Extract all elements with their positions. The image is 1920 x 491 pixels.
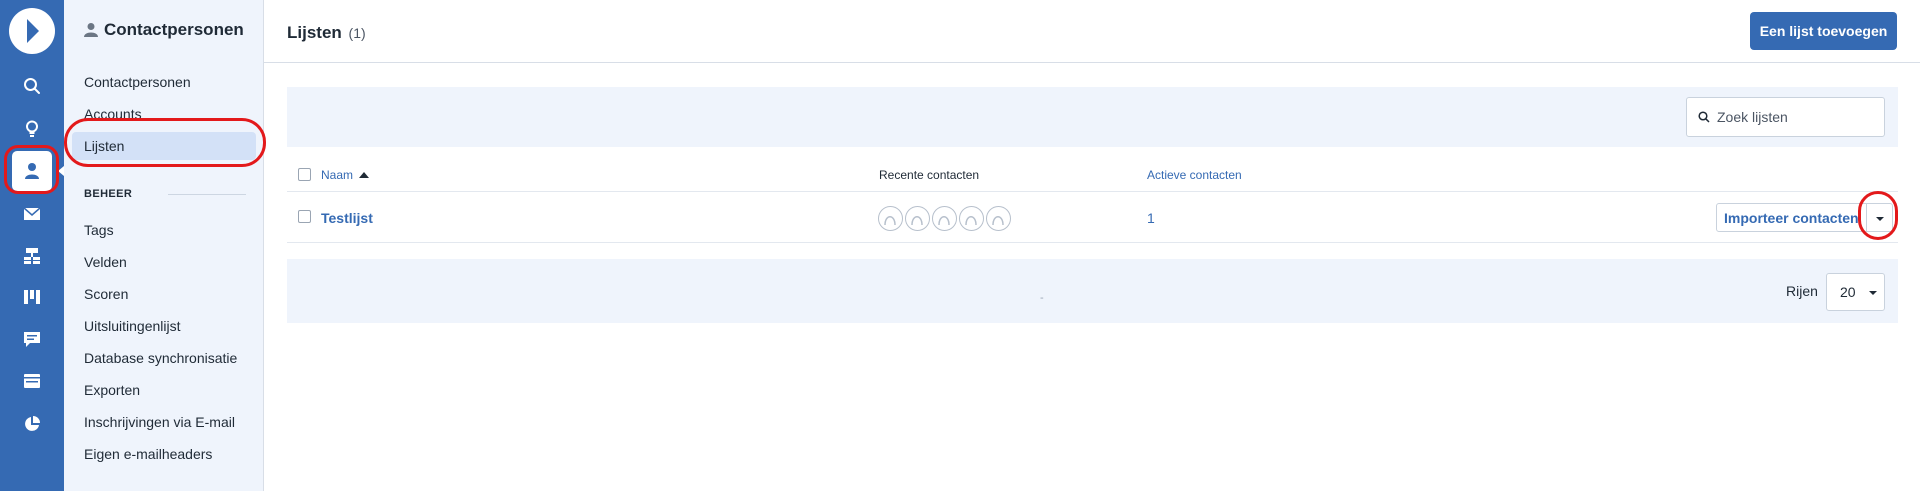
sidebar-item-velden[interactable]: Velden bbox=[84, 254, 127, 270]
table-row bbox=[287, 193, 1898, 243]
avatar bbox=[986, 206, 1011, 231]
chat-icon[interactable] bbox=[0, 321, 64, 357]
avatar bbox=[905, 206, 930, 231]
chevron-down-icon bbox=[1869, 291, 1877, 295]
app-logo[interactable] bbox=[9, 8, 55, 54]
contacts-icon bbox=[84, 23, 98, 37]
search-icon[interactable] bbox=[0, 68, 64, 104]
sidebar-section-divider bbox=[168, 194, 246, 195]
sidebar-item-database-sync[interactable]: Database synchronisatie bbox=[84, 350, 237, 366]
select-all-checkbox[interactable] bbox=[298, 168, 311, 181]
sidebar-title: Contactpersonen bbox=[104, 20, 244, 39]
row-checkbox[interactable] bbox=[298, 210, 311, 223]
sidebar-item-exporten[interactable]: Exporten bbox=[84, 382, 140, 398]
page-title-text: Lijsten bbox=[287, 23, 342, 42]
column-header-active[interactable]: Actieve contacten bbox=[1147, 168, 1242, 182]
column-header-recent: Recente contacten bbox=[879, 168, 980, 182]
automation-icon[interactable] bbox=[0, 238, 64, 274]
reports-icon[interactable] bbox=[0, 406, 64, 442]
sort-ascending-icon[interactable] bbox=[359, 172, 369, 178]
contacts-icon[interactable] bbox=[0, 153, 64, 189]
pipeline-icon[interactable] bbox=[0, 279, 64, 315]
secondary-sidebar: Contactpersonen Contactpersonen Accounts… bbox=[64, 0, 264, 491]
page-header: Lijsten (1) Een lijst toevoegen bbox=[264, 0, 1920, 63]
sidebar-item-uitsluitingenlijst[interactable]: Uitsluitingenlijst bbox=[84, 318, 180, 334]
list-name-link[interactable]: Testlijst bbox=[321, 210, 373, 226]
sidebar-item-lijsten[interactable]: Lijsten bbox=[84, 138, 124, 154]
app-root: Contactpersonen Contactpersonen Accounts… bbox=[0, 0, 1920, 491]
table-header bbox=[287, 158, 1898, 192]
rows-per-page-select[interactable]: 20 bbox=[1826, 273, 1885, 311]
row-actions-dropdown-button[interactable] bbox=[1866, 203, 1893, 232]
website-icon[interactable] bbox=[0, 363, 64, 399]
pagination-range: - bbox=[1040, 292, 1044, 304]
row-actions: Importeer contacten bbox=[1716, 203, 1893, 232]
add-list-button[interactable]: Een lijst toevoegen bbox=[1750, 12, 1897, 50]
page-title: Lijsten (1) bbox=[287, 23, 366, 43]
sidebar-item-contactpersonen[interactable]: Contactpersonen bbox=[84, 74, 191, 90]
search-input[interactable] bbox=[1717, 98, 1877, 136]
lightbulb-icon[interactable] bbox=[0, 111, 64, 147]
list-toolbar bbox=[287, 87, 1898, 147]
active-contacts-count[interactable]: 1 bbox=[1147, 210, 1155, 226]
rows-per-page-label: Rijen bbox=[1786, 283, 1818, 299]
sidebar-item-tags[interactable]: Tags bbox=[84, 222, 114, 238]
avatar bbox=[959, 206, 984, 231]
sidebar-item-accounts[interactable]: Accounts bbox=[84, 106, 142, 122]
avatar bbox=[878, 206, 903, 231]
search-box[interactable] bbox=[1686, 97, 1885, 137]
import-contacts-button[interactable]: Importeer contacten bbox=[1716, 203, 1867, 232]
rows-per-page-value: 20 bbox=[1840, 284, 1856, 300]
pagination-bar bbox=[287, 259, 1898, 323]
sidebar-item-scoren[interactable]: Scoren bbox=[84, 286, 128, 302]
sidebar-header: Contactpersonen bbox=[84, 20, 244, 40]
email-icon[interactable] bbox=[0, 196, 64, 232]
column-header-name[interactable]: Naam bbox=[321, 168, 353, 182]
search-icon bbox=[1698, 111, 1710, 123]
recent-contacts-avatars bbox=[878, 206, 1011, 231]
chevron-down-icon bbox=[1875, 217, 1884, 221]
avatar bbox=[932, 206, 957, 231]
sidebar-item-eigen-headers[interactable]: Eigen e-mailheaders bbox=[84, 446, 212, 462]
sidebar-section-title: BEHEER bbox=[84, 188, 133, 200]
sidebar-item-inschrijvingen[interactable]: Inschrijvingen via E-mail bbox=[84, 414, 235, 430]
page-title-count: (1) bbox=[348, 25, 366, 41]
icon-rail bbox=[0, 0, 64, 491]
